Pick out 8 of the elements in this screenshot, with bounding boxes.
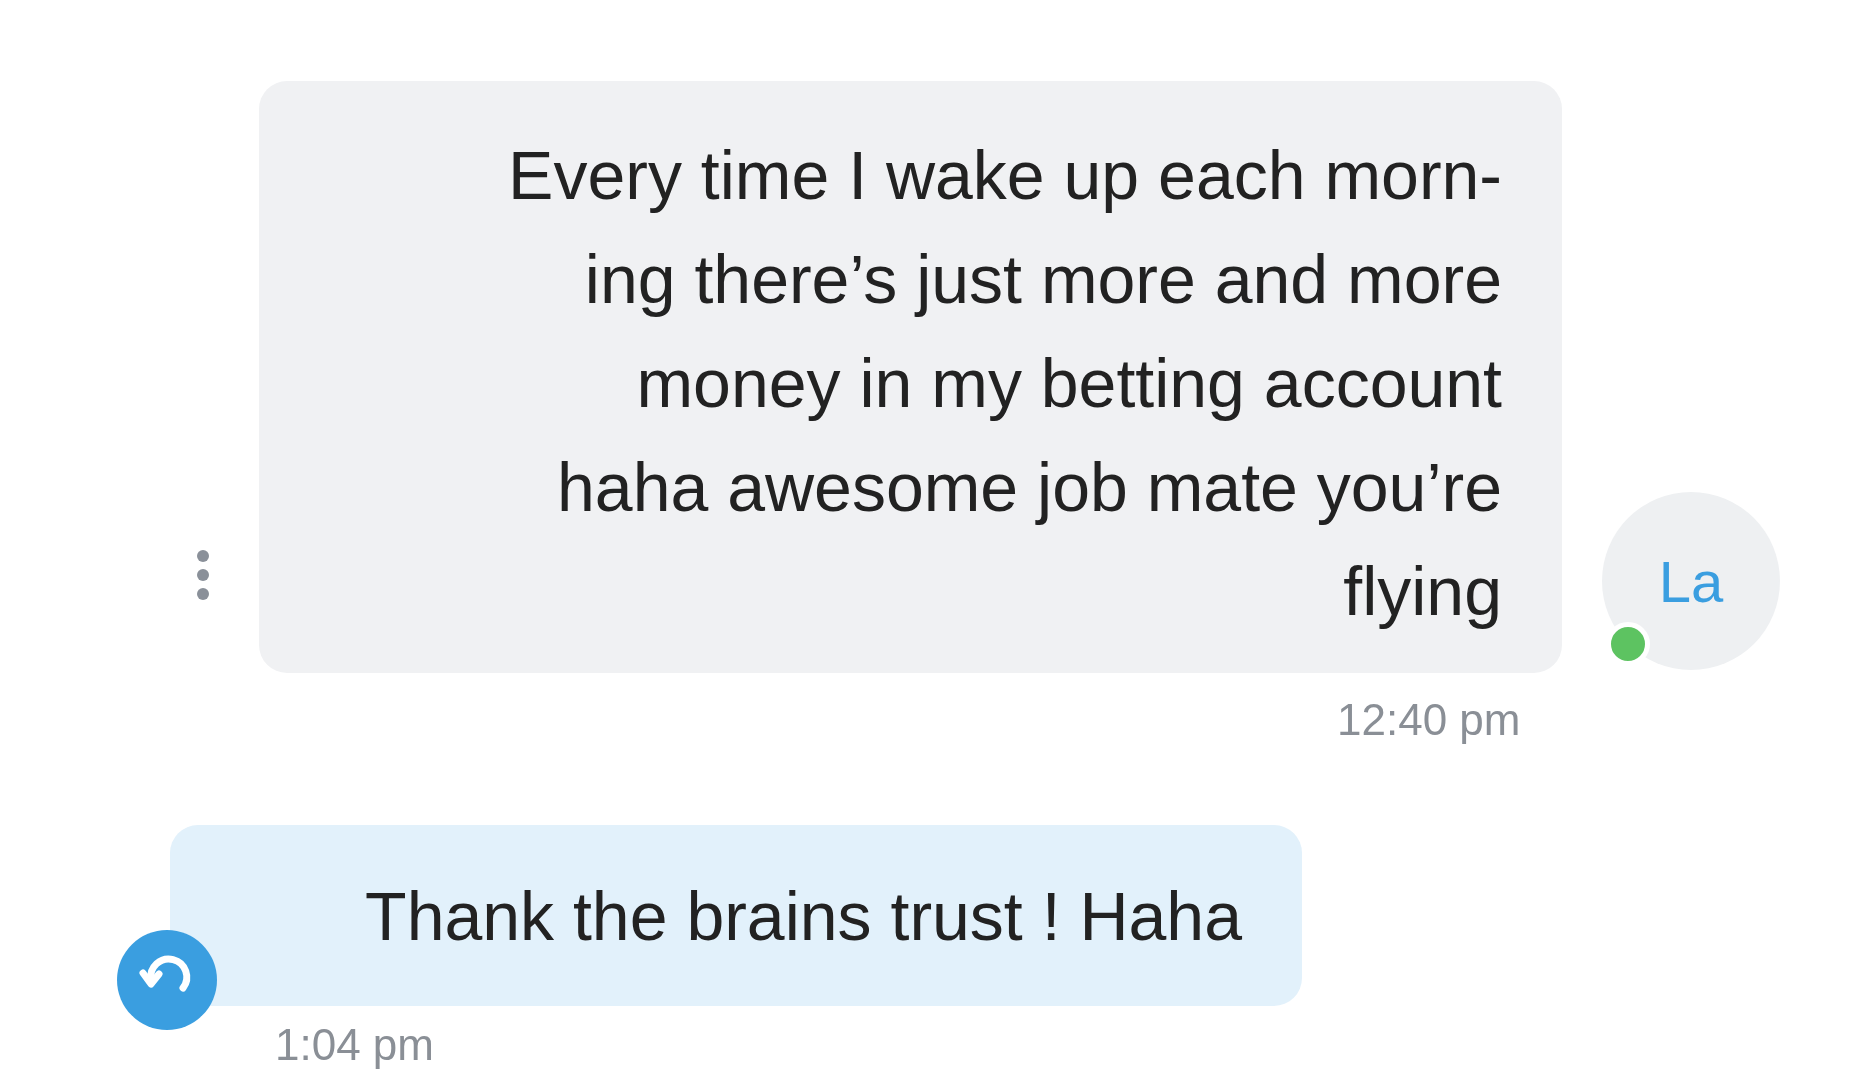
message-text: Thank the brains trust ! Haha xyxy=(365,876,1242,956)
avatar-initials: La xyxy=(1658,547,1724,615)
message-text: Every time I wake up each morn- ing there’s just more and more money in my betting account haha awesome job mate you’re flying xyxy=(507,136,1502,631)
message-time: 12:40 pm xyxy=(1337,695,1521,745)
redo-icon[interactable] xyxy=(117,930,217,1030)
message-time: 1:04 pm xyxy=(275,1020,435,1070)
more-options-icon[interactable] xyxy=(196,549,210,601)
avatar[interactable]: La xyxy=(1602,492,1780,670)
